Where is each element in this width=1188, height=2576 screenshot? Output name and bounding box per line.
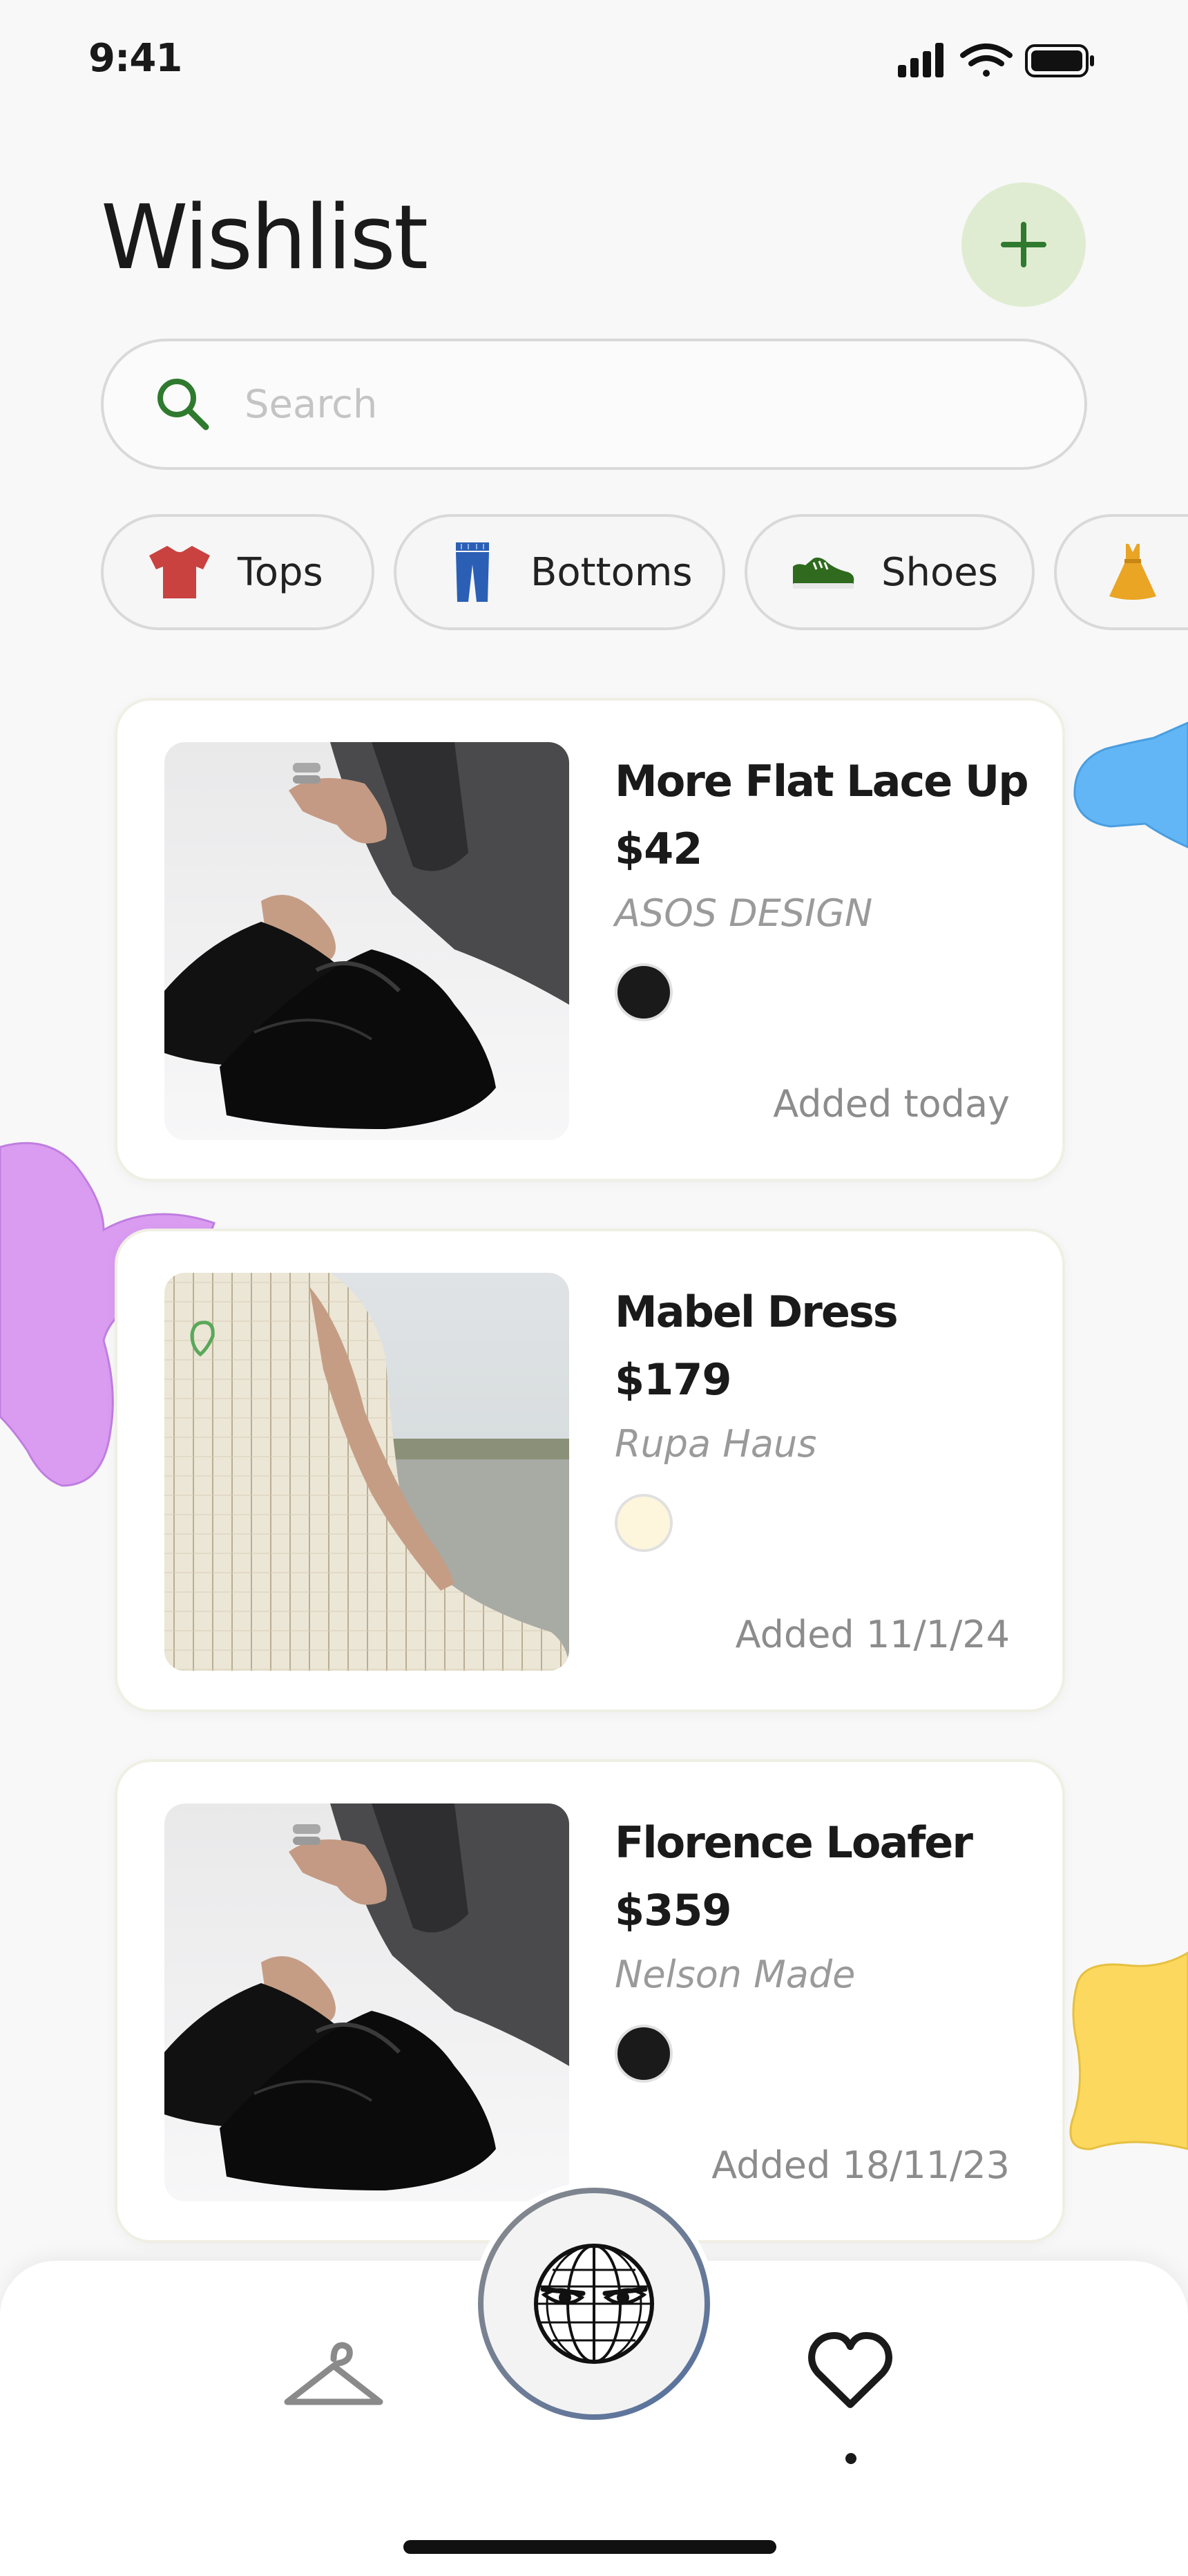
item-added-date: Added today (773, 1082, 1010, 1126)
hanger-icon[interactable] (282, 2336, 385, 2412)
globe-face-icon (534, 2244, 654, 2364)
plus-icon (1001, 222, 1046, 267)
yellow-sticker-decoration (1069, 1951, 1188, 2150)
dress-icon (1100, 541, 1166, 603)
item-price: $42 (615, 824, 702, 874)
chip-label: Shoes (881, 549, 998, 595)
item-price: $359 (615, 1885, 732, 1935)
product-image-dress (164, 1273, 569, 1671)
wifi-icon (960, 44, 1013, 77)
chip-label: Bottoms (530, 549, 693, 595)
search-icon (157, 379, 209, 430)
chip-dresses[interactable]: D (1054, 514, 1188, 630)
chip-label: Tops (238, 549, 323, 595)
item-added-date: Added 11/1/24 (735, 1613, 1010, 1656)
product-image-shoes (164, 1803, 569, 2201)
chip-tops[interactable]: Tops (101, 514, 374, 630)
item-added-date: Added 18/11/23 (711, 2143, 1010, 2187)
search-bar[interactable] (101, 339, 1087, 470)
item-brand: Rupa Haus (615, 1422, 817, 1466)
blue-sticker-decoration (1073, 721, 1188, 849)
home-indicator[interactable] (403, 2540, 776, 2554)
product-image-shoes (164, 742, 569, 1140)
color-swatch (615, 963, 673, 1021)
item-brand: Nelson Made (615, 1953, 856, 1996)
sneaker-icon (790, 541, 856, 603)
wishlist-item-card[interactable]: More Flat Lace Up $42 ASOS DESIGN Added … (115, 698, 1065, 1182)
status-time: 9:41 (88, 36, 182, 81)
pants-icon (439, 541, 506, 603)
chip-bottoms[interactable]: Bottoms (394, 514, 725, 630)
color-swatch (615, 1494, 673, 1552)
item-price: $179 (615, 1354, 732, 1405)
heart-icon[interactable] (807, 2330, 894, 2413)
category-chips: Tops Bottoms Shoes D (101, 514, 1188, 630)
status-icons (898, 43, 1094, 77)
wishlist-item-card[interactable]: Mabel Dress $179 Rupa Haus Added 11/1/24 (115, 1229, 1065, 1712)
wishlist-item-card[interactable]: Florence Loafer $359 Nelson Made Added 1… (115, 1759, 1065, 2243)
page-title: Wishlist (101, 187, 428, 290)
cellular-signal-icon (898, 43, 943, 77)
active-tab-indicator (845, 2453, 856, 2464)
color-swatch (615, 2025, 673, 2083)
item-name: More Flat Lace Up (615, 756, 1029, 806)
item-brand: ASOS DESIGN (615, 891, 873, 935)
shirt-icon (146, 541, 213, 603)
chip-shoes[interactable]: Shoes (745, 514, 1035, 630)
search-input[interactable] (245, 381, 1004, 427)
nav-center-button[interactable] (478, 2188, 710, 2420)
item-name: Mabel Dress (615, 1287, 899, 1337)
battery-icon (1025, 44, 1094, 77)
add-item-button[interactable] (961, 182, 1086, 307)
item-name: Florence Loafer (615, 1817, 973, 1868)
